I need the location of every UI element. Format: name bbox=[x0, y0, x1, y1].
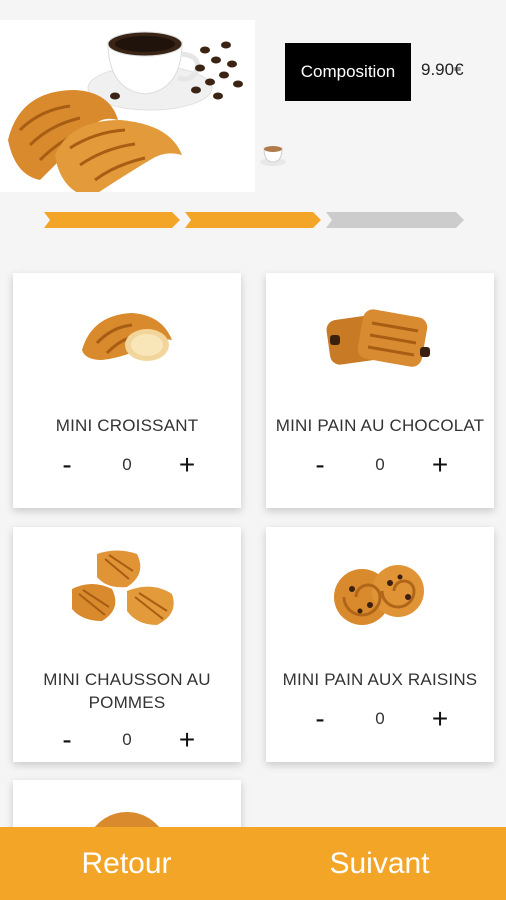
increase-button[interactable]: + bbox=[420, 704, 460, 734]
quantity-value: 0 bbox=[375, 455, 385, 474]
mini-pain-aux-raisins-image bbox=[266, 559, 494, 629]
quantity-stepper: - 0 + bbox=[13, 725, 241, 755]
quantity-stepper: - 0 + bbox=[266, 450, 494, 480]
decrease-button[interactable]: - bbox=[300, 704, 340, 734]
decrease-button[interactable]: - bbox=[300, 450, 340, 480]
product-card-mini-chausson-aux-pommes: MINI CHAUSSON AU POMMES - 0 + bbox=[13, 527, 241, 762]
next-button[interactable]: Suivant bbox=[253, 827, 506, 900]
progress-step-1 bbox=[44, 212, 180, 228]
increase-button[interactable]: + bbox=[167, 450, 207, 480]
coffee-cup-icon bbox=[258, 140, 288, 170]
header: Composition 9.90€ bbox=[0, 0, 506, 200]
breakfast-hero-image bbox=[0, 20, 255, 198]
progress-step-3 bbox=[326, 212, 464, 228]
product-name: MINI PAIN AU CHOCOLAT bbox=[275, 416, 485, 435]
composition-button[interactable]: Composition bbox=[285, 43, 411, 101]
decrease-button[interactable]: - bbox=[47, 450, 87, 480]
mini-croissant-image bbox=[13, 305, 241, 365]
mini-pain-au-chocolat-image bbox=[266, 305, 494, 375]
quantity-value: 0 bbox=[122, 730, 132, 749]
decrease-button[interactable]: - bbox=[47, 725, 87, 755]
menu-price: 9.90€ bbox=[421, 60, 464, 79]
progress-step-2 bbox=[185, 212, 321, 228]
quantity-value: 0 bbox=[375, 709, 385, 728]
product-name: MINI PAIN AUX RAISINS bbox=[282, 670, 478, 689]
product-name: MINI CROISSANT bbox=[55, 416, 199, 435]
product-card-mini-pain-aux-raisins: MINI PAIN AUX RAISINS - 0 + bbox=[266, 527, 494, 762]
back-button[interactable]: Retour bbox=[0, 827, 253, 900]
product-card-mini-croissant: MINI CROISSANT - 0 + bbox=[13, 273, 241, 508]
product-name: MINI CHAUSSON AU POMMES bbox=[13, 668, 241, 714]
footer-nav: Retour Suivant bbox=[0, 827, 506, 900]
quantity-stepper: - 0 + bbox=[13, 450, 241, 480]
product-name-line-1: MINI CHAUSSON AU bbox=[43, 670, 211, 689]
mini-chausson-image bbox=[13, 549, 241, 631]
quantity-stepper: - 0 + bbox=[266, 704, 494, 734]
increase-button[interactable]: + bbox=[420, 450, 460, 480]
progress-steps bbox=[44, 212, 464, 228]
increase-button[interactable]: + bbox=[167, 725, 207, 755]
quantity-value: 0 bbox=[122, 455, 132, 474]
product-name-line-2: POMMES bbox=[88, 693, 166, 712]
product-card-mini-pain-au-chocolat: MINI PAIN AU CHOCOLAT - 0 + bbox=[266, 273, 494, 508]
